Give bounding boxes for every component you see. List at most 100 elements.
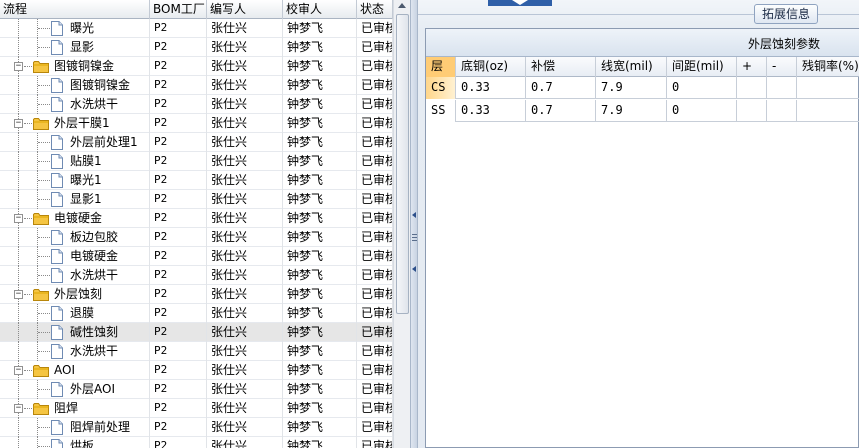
tree-row[interactable]: 退膜 P2张仕兴钟梦飞已审核 [0, 304, 393, 323]
tree-node[interactable]: 曝光1 [0, 171, 150, 190]
tree-row[interactable]: 板边包胶 P2张仕兴钟梦飞已审核 [0, 228, 393, 247]
tree-node[interactable]: − 图镀铜镍金 [0, 57, 150, 76]
author-cell: 张仕兴 [207, 209, 283, 228]
etch-value-cell[interactable]: 0.7 [526, 77, 596, 99]
tree-connector-line [18, 323, 19, 342]
tree-row[interactable]: − 阻焊 P2张仕兴钟梦飞已审核 [0, 399, 393, 418]
tree-row[interactable]: 显影1 P2张仕兴钟梦飞已审核 [0, 190, 393, 209]
etch-value-cell[interactable] [737, 77, 767, 99]
tree-node[interactable]: − 阻焊 [0, 399, 150, 418]
etch-value-cell[interactable] [797, 100, 859, 122]
tree-node[interactable]: − 电镀硬金 [0, 209, 150, 228]
reviewer-cell: 钟梦飞 [283, 38, 357, 57]
etch-value-cell[interactable]: 0.33 [456, 77, 526, 99]
tree-node[interactable]: 显影 [0, 38, 150, 57]
tree-row[interactable]: 图镀铜镍金 P2张仕兴钟梦飞已审核 [0, 76, 393, 95]
scroll-up-arrow-icon[interactable] [398, 3, 406, 8]
tree-node[interactable]: − 外层干膜1 [0, 114, 150, 133]
tree-node[interactable]: 碱性蚀刻 [0, 323, 150, 342]
tree-node[interactable]: 贴膜1 [0, 152, 150, 171]
tree-node[interactable]: 阻焊前处理 [0, 418, 150, 437]
etch-col-line-width[interactable]: 线宽(mil) [596, 57, 667, 77]
tree-row[interactable]: − 电镀硬金 P2张仕兴钟梦飞已审核 [0, 209, 393, 228]
column-header-reviewer[interactable]: 校审人 [283, 0, 357, 19]
tree-node[interactable]: − 外层蚀刻 [0, 285, 150, 304]
column-header-bom-factory[interactable]: BOM工厂 [150, 0, 207, 19]
tree-row[interactable]: 显影 P2张仕兴钟梦飞已审核 [0, 38, 393, 57]
tree-node[interactable]: 电镀硬金 [0, 247, 150, 266]
etch-col-compensation[interactable]: 补偿 [526, 57, 596, 77]
etch-layer-cell[interactable]: SS [426, 100, 456, 122]
tree-row[interactable]: − 外层蚀刻 P2张仕兴钟梦飞已审核 [0, 285, 393, 304]
collapse-toggle-icon[interactable]: − [14, 214, 23, 223]
collapse-toggle-icon[interactable]: − [14, 404, 23, 413]
etch-value-cell[interactable]: 0 [667, 100, 737, 122]
collapse-toggle-icon[interactable]: − [14, 290, 23, 299]
tree-row[interactable]: 碱性蚀刻 P2张仕兴钟梦飞已审核 [0, 323, 393, 342]
tree-row[interactable]: 水洗烘干 P2张仕兴钟梦飞已审核 [0, 342, 393, 361]
etch-value-cell[interactable] [767, 100, 797, 122]
tab-extension-info[interactable]: 拓展信息 [754, 4, 818, 24]
tree-grid-header: 流程 BOM工厂 编写人 校审人 状态 [0, 0, 393, 19]
tree-node[interactable]: − AOI [0, 361, 150, 380]
collapse-left-arrow-icon[interactable] [412, 212, 416, 218]
etch-col-base-copper[interactable]: 底铜(oz) [456, 57, 526, 77]
status-cell: 已审核 [357, 171, 393, 190]
etch-value-cell[interactable]: 7.9 [596, 77, 667, 99]
tree-node[interactable]: 图镀铜镍金 [0, 76, 150, 95]
tree-row[interactable]: 水洗烘干 P2张仕兴钟梦飞已审核 [0, 266, 393, 285]
etch-value-cell[interactable]: 0 [667, 77, 737, 99]
tree-node[interactable]: 显影1 [0, 190, 150, 209]
tree-row[interactable]: 水洗烘干 P2张仕兴钟梦飞已审核 [0, 95, 393, 114]
etch-value-cell[interactable] [767, 77, 797, 99]
tree-node[interactable]: 外层前处理1 [0, 133, 150, 152]
etch-value-cell[interactable]: 0.33 [456, 100, 526, 122]
etch-value-cell[interactable]: 0.7 [526, 100, 596, 122]
active-tab-indicator[interactable] [488, 0, 552, 6]
etch-col-minus[interactable]: - [767, 57, 797, 77]
etch-row[interactable]: SS 0.33 0.7 7.9 0 [426, 100, 859, 122]
etch-col-layer[interactable]: 层 [426, 57, 456, 77]
tree-vertical-scrollbar[interactable] [393, 0, 410, 448]
column-header-author[interactable]: 编写人 [207, 0, 283, 19]
etch-col-plus[interactable]: + [737, 57, 767, 77]
etch-col-spacing[interactable]: 间距(mil) [667, 57, 737, 77]
column-header-process[interactable]: 流程 [0, 0, 150, 19]
status-cell: 已审核 [357, 38, 393, 57]
tree-row[interactable]: 贴膜1 P2张仕兴钟梦飞已审核 [0, 152, 393, 171]
tree-row[interactable]: 曝光1 P2张仕兴钟梦飞已审核 [0, 171, 393, 190]
tree-node[interactable]: 水洗烘干 [0, 95, 150, 114]
etch-row[interactable]: CS 0.33 0.7 7.9 0 [426, 77, 859, 99]
bom-factory-cell: P2 [150, 152, 207, 171]
etch-layer-cell[interactable]: CS [426, 77, 456, 99]
tree-row[interactable]: − 图镀铜镍金 P2张仕兴钟梦飞已审核 [0, 57, 393, 76]
etch-value-cell[interactable] [737, 100, 767, 122]
tree-node[interactable]: 曝光 [0, 19, 150, 38]
tree-node[interactable]: 烘板 [0, 437, 150, 448]
tree-row[interactable]: 外层前处理1 P2张仕兴钟梦飞已审核 [0, 133, 393, 152]
panel-splitter[interactable] [410, 0, 418, 448]
collapse-toggle-icon[interactable]: − [14, 119, 23, 128]
collapse-toggle-icon[interactable]: − [14, 366, 23, 375]
column-header-status[interactable]: 状态 [357, 0, 393, 19]
tree-node[interactable]: 退膜 [0, 304, 150, 323]
collapse-left-arrow-icon[interactable] [412, 266, 416, 272]
tree-row[interactable]: − 外层干膜1 P2张仕兴钟梦飞已审核 [0, 114, 393, 133]
tree-row[interactable]: − AOI P2张仕兴钟梦飞已审核 [0, 361, 393, 380]
process-tree-grid[interactable]: 流程 BOM工厂 编写人 校审人 状态 曝光P2张仕兴钟梦飞已审核显影P2张仕兴… [0, 0, 393, 448]
tree-row[interactable]: 曝光 P2张仕兴钟梦飞已审核 [0, 19, 393, 38]
etch-value-cell[interactable]: 7.9 [596, 100, 667, 122]
tree-connector-line [18, 190, 19, 209]
tree-row[interactable]: 烘板 P2张仕兴钟梦飞已审核 [0, 437, 393, 448]
scrollbar-thumb[interactable] [396, 14, 409, 314]
etch-col-residual-copper[interactable]: 残铜率(%) [797, 57, 859, 77]
tree-row[interactable]: 电镀硬金 P2张仕兴钟梦飞已审核 [0, 247, 393, 266]
tree-row[interactable]: 外层AOI P2张仕兴钟梦飞已审核 [0, 380, 393, 399]
tree-node[interactable]: 外层AOI [0, 380, 150, 399]
tree-node[interactable]: 水洗烘干 [0, 342, 150, 361]
tree-node[interactable]: 板边包胶 [0, 228, 150, 247]
etch-value-cell[interactable] [797, 77, 859, 99]
tree-row[interactable]: 阻焊前处理 P2张仕兴钟梦飞已审核 [0, 418, 393, 437]
collapse-toggle-icon[interactable]: − [14, 62, 23, 71]
tree-node[interactable]: 水洗烘干 [0, 266, 150, 285]
